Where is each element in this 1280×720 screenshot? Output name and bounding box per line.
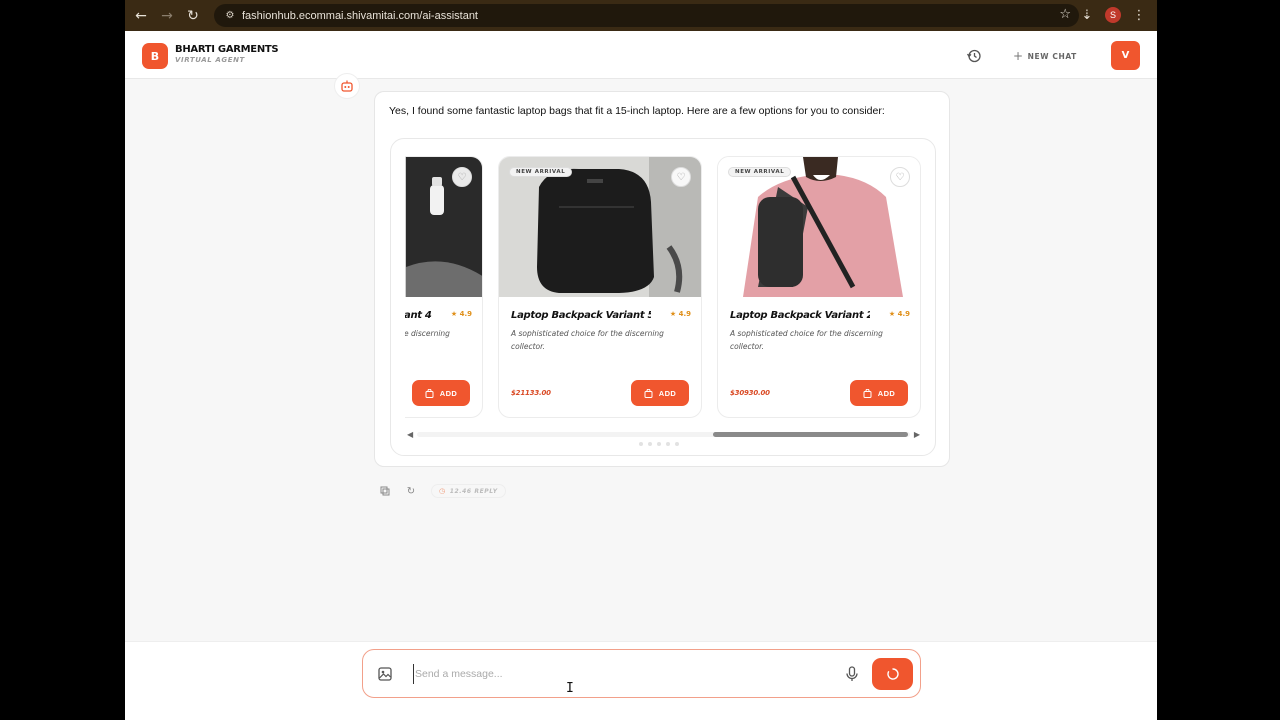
new-chat-button[interactable]: + NEW CHAT	[1013, 49, 1077, 63]
message-input[interactable]	[413, 664, 833, 684]
browser-toolbar: ← → ↻ ⚙ fashionhub.ecommai.shivamitai.co…	[125, 0, 1157, 31]
add-to-cart-button[interactable]: ADD	[631, 380, 689, 406]
product-card[interactable]: NEW ARRIVAL ♡ Laptop Backpack Variant 5 …	[498, 156, 702, 418]
product-card[interactable]: ♡ ant 4 ★ 4.9 e discerning ADD	[405, 156, 483, 418]
assistant-message: Yes, I found some fantastic laptop bags …	[374, 91, 950, 467]
heart-icon[interactable]: ♡	[671, 167, 691, 187]
heart-icon[interactable]: ♡	[452, 167, 472, 187]
image-icon[interactable]	[377, 666, 393, 682]
brand-subtitle: VIRTUAL AGENT	[175, 56, 245, 64]
clock-icon: ◷	[439, 487, 446, 495]
address-bar[interactable]: ⚙ fashionhub.ecommai.shivamitai.com/ai-a…	[214, 4, 1079, 27]
heart-icon[interactable]: ♡	[890, 167, 910, 187]
copy-icon[interactable]	[379, 485, 391, 497]
send-button[interactable]	[872, 658, 913, 690]
shopping-bag-icon	[644, 388, 653, 398]
profile-avatar: S	[1105, 7, 1121, 23]
message-text: Yes, I found some fantastic laptop bags …	[389, 105, 885, 117]
url-text: fashionhub.ecommai.shivamitai.com/ai-ass…	[242, 9, 478, 22]
product-description: A sophisticated choice for the discernin…	[730, 329, 883, 351]
site-settings-icon[interactable]: ⚙	[218, 10, 242, 21]
carousel-dot[interactable]	[657, 442, 661, 446]
message-composer	[362, 649, 921, 698]
product-price: $21133.00	[511, 389, 551, 397]
new-chat-label: NEW CHAT	[1027, 51, 1077, 61]
composer-footer	[125, 641, 1157, 720]
add-to-cart-button[interactable]: ADD	[412, 380, 470, 406]
refresh-icon[interactable]: ↻	[405, 485, 417, 497]
profile-button[interactable]: S	[1103, 4, 1123, 26]
text-cursor-icon: I	[566, 681, 574, 696]
new-arrival-badge: NEW ARRIVAL	[509, 167, 573, 177]
scroll-left-icon[interactable]: ◀	[407, 430, 413, 439]
brand-logo: B	[142, 43, 168, 69]
carousel-track[interactable]: ♡ ant 4 ★ 4.9 e discerning ADD NEW ARRIV…	[405, 156, 922, 418]
reload-icon[interactable]: ↻	[180, 3, 206, 29]
microphone-icon[interactable]	[844, 665, 860, 683]
carousel-dot[interactable]	[675, 442, 679, 446]
plus-icon: +	[1013, 49, 1024, 63]
robot-icon	[334, 73, 360, 99]
bookmark-star-icon[interactable]: ☆	[1059, 7, 1071, 22]
scroll-right-icon[interactable]: ▶	[914, 430, 920, 439]
user-avatar[interactable]: V	[1111, 41, 1140, 70]
spinner-icon	[886, 668, 899, 680]
shopping-bag-icon	[425, 388, 434, 398]
carousel-dot[interactable]	[639, 442, 643, 446]
brand-name: BHARTI GARMENTS	[175, 44, 279, 55]
product-description: e discerning	[405, 329, 450, 338]
history-icon[interactable]	[966, 48, 982, 64]
reply-time-badge: ◷ 12.46 REPLY	[431, 484, 506, 498]
scrollbar-thumb[interactable]	[713, 432, 908, 437]
product-description: A sophisticated choice for the discernin…	[511, 329, 664, 351]
product-rating: ★ 4.9	[450, 310, 472, 318]
browser-window: ← → ↻ ⚙ fashionhub.ecommai.shivamitai.co…	[125, 0, 1157, 720]
carousel-dot[interactable]	[666, 442, 670, 446]
product-card[interactable]: NEW ARRIVAL ♡ Laptop Backpack Variant 29…	[717, 156, 921, 418]
product-title: Laptop Backpack Variant 29	[730, 310, 870, 321]
kebab-menu-icon[interactable]: ⋮	[1129, 4, 1149, 26]
download-icon[interactable]: ⇣	[1077, 4, 1097, 26]
add-to-cart-button[interactable]: ADD	[850, 380, 908, 406]
carousel-dots	[639, 442, 679, 446]
app-header: B BHARTI GARMENTS VIRTUAL AGENT + NEW CH…	[125, 31, 1157, 79]
product-title: ant 4	[405, 310, 432, 321]
product-carousel: ♡ ant 4 ★ 4.9 e discerning ADD NEW ARRIV…	[390, 138, 936, 456]
product-title: Laptop Backpack Variant 5	[511, 310, 651, 321]
product-rating: ★ 4.9	[888, 310, 910, 318]
back-icon[interactable]: ←	[128, 3, 154, 29]
carousel-scrollbar[interactable]: ◀ ▶	[405, 429, 922, 439]
forward-icon[interactable]: →	[154, 3, 180, 29]
carousel-dot[interactable]	[648, 442, 652, 446]
product-rating: ★ 4.9	[669, 310, 691, 318]
new-arrival-badge: NEW ARRIVAL	[728, 167, 792, 177]
message-actions: ↻ ◷ 12.46 REPLY	[379, 484, 506, 498]
product-price: $30930.00	[730, 389, 770, 397]
shopping-bag-icon	[863, 388, 872, 398]
